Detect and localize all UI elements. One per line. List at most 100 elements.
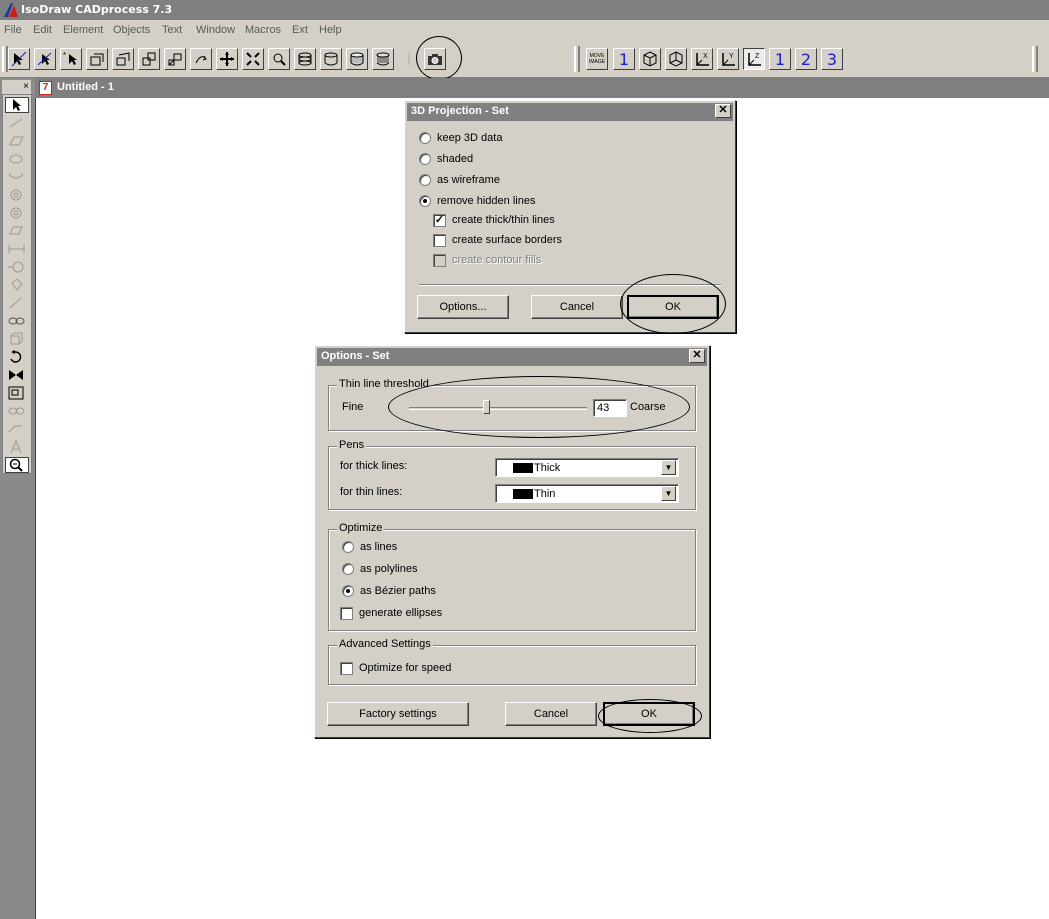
checkbox-contour-fills: create contour fills xyxy=(433,251,541,269)
camera-tool-button[interactable] xyxy=(424,48,446,70)
options-cancel-button[interactable]: Cancel xyxy=(505,702,597,726)
checkbox-ellipses-box[interactable] xyxy=(340,606,353,620)
projection-cancel-button[interactable]: Cancel xyxy=(531,295,623,319)
select-arrow-tool-button[interactable] xyxy=(8,48,30,70)
cylinder-wire-tool-button[interactable] xyxy=(294,48,316,70)
view-2-button[interactable]: 2 xyxy=(795,48,817,70)
radio-as-polylines[interactable]: as polylines xyxy=(342,560,417,578)
move-tool-button[interactable] xyxy=(216,48,238,70)
checkbox-thick-thin[interactable]: ✓ create thick/thin lines xyxy=(433,211,555,229)
document-title-bar: 7 Untitled - 1 xyxy=(35,78,1049,98)
callout-tool[interactable] xyxy=(5,259,29,275)
checkbox-ellipses[interactable]: generate ellipses xyxy=(340,604,442,622)
text-tool[interactable] xyxy=(5,439,29,455)
close-icon[interactable]: × xyxy=(23,81,29,92)
radio-keep-3d[interactable]: keep 3D data xyxy=(419,129,502,147)
projection-close-button[interactable]: ✕ xyxy=(715,104,731,118)
cylinder-hidden-tool-button[interactable] xyxy=(320,48,342,70)
menu-element[interactable]: Element xyxy=(63,24,103,36)
cylinder-shaded-tool-button[interactable] xyxy=(346,48,368,70)
select-line-tool-button[interactable] xyxy=(34,48,56,70)
rotate-view-tool[interactable] xyxy=(5,349,29,365)
radio-as-bezier[interactable]: as Bézier paths xyxy=(342,582,436,600)
threshold-slider-thumb[interactable] xyxy=(482,400,490,414)
zoom-tool-button[interactable] xyxy=(268,48,290,70)
radio-as-polylines-indicator[interactable] xyxy=(342,563,354,575)
radio-shaded-indicator[interactable] xyxy=(419,153,431,165)
transform-tool-button[interactable] xyxy=(86,48,108,70)
toolbar-grip-3[interactable] xyxy=(1032,46,1038,72)
view-3-button[interactable]: 3 xyxy=(821,48,843,70)
chain-tool[interactable] xyxy=(5,313,29,329)
menu-text[interactable]: Text xyxy=(162,24,182,36)
checkbox-thick-thin-box[interactable]: ✓ xyxy=(433,213,446,227)
checkbox-surface-borders-box[interactable] xyxy=(433,233,446,247)
select-star-tool-button[interactable]: * xyxy=(60,48,82,70)
options-button[interactable]: Options... xyxy=(417,295,509,319)
radio-shaded[interactable]: shaded xyxy=(419,150,473,168)
scale-tool-button[interactable] xyxy=(242,48,264,70)
projection-ok-button[interactable]: OK xyxy=(627,295,719,319)
cylinder-tool[interactable] xyxy=(5,187,29,203)
options-ok-button[interactable]: OK xyxy=(603,702,695,726)
chevron-down-icon[interactable]: ▼ xyxy=(661,486,676,501)
menu-edit[interactable]: Edit xyxy=(33,24,52,36)
axis-x-button[interactable]: X xyxy=(691,48,713,70)
threshold-group: Thin line threshold Fine 43 Coarse xyxy=(328,378,696,431)
curve-tool[interactable] xyxy=(5,169,29,185)
radio-as-lines-indicator[interactable] xyxy=(342,541,354,553)
cube-back-button[interactable] xyxy=(665,48,687,70)
menu-file[interactable]: File xyxy=(4,24,22,36)
menu-window[interactable]: Window xyxy=(196,24,235,36)
threshold-value-input[interactable]: 43 xyxy=(593,399,627,417)
ellipse-tool[interactable] xyxy=(5,151,29,167)
thin-pen-select[interactable]: Thin ▼ xyxy=(495,484,679,503)
rect-tool[interactable] xyxy=(5,133,29,149)
cube-tool[interactable] xyxy=(5,331,29,347)
zoom-palette-tool[interactable] xyxy=(5,457,29,473)
radio-as-lines[interactable]: as lines xyxy=(342,538,397,556)
radio-wireframe-indicator[interactable] xyxy=(419,174,431,186)
clone-tool[interactable] xyxy=(5,403,29,419)
view-1-button[interactable]: 1 xyxy=(613,48,635,70)
menu-objects[interactable]: Objects xyxy=(113,24,150,36)
radio-wireframe[interactable]: as wireframe xyxy=(419,171,500,189)
radio-remove-hidden-indicator[interactable] xyxy=(419,195,431,207)
polygon-tool[interactable] xyxy=(5,223,29,239)
radio-keep-3d-indicator[interactable] xyxy=(419,132,431,144)
box-2-tool-button[interactable] xyxy=(164,48,186,70)
cube-front-button[interactable] xyxy=(639,48,661,70)
line-tool[interactable] xyxy=(5,115,29,131)
menu-help[interactable]: Help xyxy=(319,24,342,36)
checkbox-speed[interactable]: Optimize for speed xyxy=(340,659,451,677)
pointer-tool[interactable] xyxy=(5,97,29,113)
options-close-button[interactable]: ✕ xyxy=(689,349,705,363)
box-tool-button[interactable] xyxy=(138,48,160,70)
gear-tool[interactable] xyxy=(5,205,29,221)
chevron-down-icon[interactable]: ▼ xyxy=(661,460,676,475)
checkbox-speed-box[interactable] xyxy=(340,661,353,675)
cylinder-solid-tool-button[interactable] xyxy=(372,48,394,70)
checkbox-surface-borders[interactable]: create surface borders xyxy=(433,231,562,249)
transform-2-tool-button[interactable] xyxy=(112,48,134,70)
move-image-button[interactable]: MOVE IMAGE xyxy=(586,48,608,70)
menu-ext[interactable]: Ext xyxy=(292,24,308,36)
radio-remove-hidden[interactable]: remove hidden lines xyxy=(419,192,535,210)
factory-settings-button[interactable]: Factory settings xyxy=(327,702,469,726)
thick-pen-select[interactable]: Thick ▼ xyxy=(495,458,679,477)
hatch-tool[interactable] xyxy=(5,421,29,437)
dimension-tool[interactable] xyxy=(5,241,29,257)
axis-y-button[interactable]: Y xyxy=(717,48,739,70)
axis-z-button[interactable]: Z xyxy=(743,48,765,70)
mirror-tool[interactable] xyxy=(5,367,29,383)
frame-tool[interactable] xyxy=(5,385,29,401)
toolbar-grip-2[interactable] xyxy=(574,46,580,72)
radio-as-bezier-indicator[interactable] xyxy=(342,585,354,597)
fill-tool[interactable] xyxy=(5,277,29,293)
menu-macros[interactable]: Macros xyxy=(245,24,281,36)
window-title-bar: IsoDraw CADprocess 7.3 xyxy=(0,0,1049,20)
threshold-slider-track[interactable] xyxy=(409,407,587,410)
rotate-tool-button[interactable] xyxy=(190,48,212,70)
pen-tool[interactable] xyxy=(5,295,29,311)
view-1b-button[interactable]: 1 xyxy=(769,48,791,70)
